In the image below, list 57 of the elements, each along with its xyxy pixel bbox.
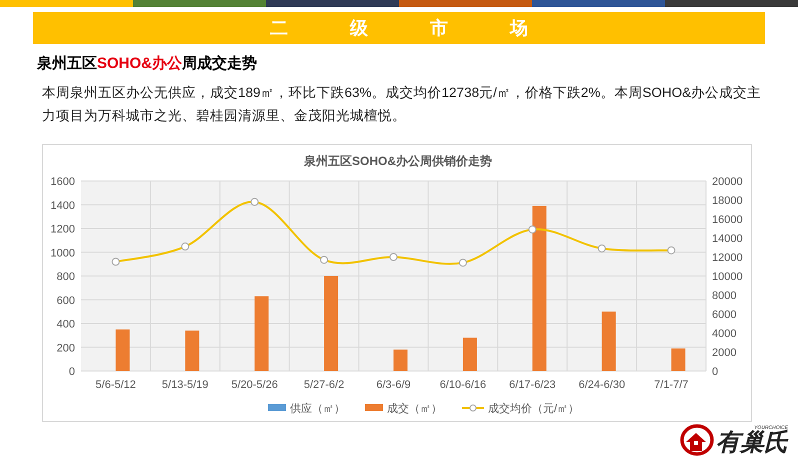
axis-label: 6/10-6/16	[440, 378, 486, 390]
axis-label: 200	[56, 342, 75, 354]
data-point	[320, 255, 328, 264]
axis-label: 20000	[712, 176, 743, 188]
axis-label: 600	[56, 294, 75, 306]
data-point	[667, 246, 676, 254]
banner-title-character: 市	[430, 16, 448, 40]
data-point	[112, 257, 120, 266]
axis-label: 4000	[712, 328, 736, 340]
axis-label: 0	[712, 366, 718, 378]
house-logo-icon	[678, 424, 714, 456]
banner-title-character: 场	[510, 16, 528, 40]
axis-label: 400	[56, 318, 75, 330]
axis-label: 1600	[50, 176, 75, 188]
data-point	[181, 242, 190, 250]
axis-label: 5/27-6/2	[304, 378, 344, 390]
axis-label: 10000	[712, 270, 743, 282]
axis-label: 0	[68, 366, 75, 378]
bar	[394, 349, 408, 370]
axis-label: 5/13-5/19	[162, 378, 208, 390]
legend-swatch	[365, 404, 383, 410]
axis-label: 800	[56, 270, 75, 282]
bar	[602, 311, 616, 370]
axis-label: 14000	[712, 232, 743, 244]
axis-label: 6/3-6/9	[376, 378, 411, 390]
axis-label: 1000	[50, 246, 75, 259]
bar	[462, 337, 477, 370]
banner-title-character: 二	[270, 16, 288, 40]
legend-swatch	[268, 404, 286, 410]
bar	[116, 328, 130, 370]
summary-paragraph: 本周泉州五区办公无供应，成交189㎡，环比下跌63%。成交均价12738元/㎡，价格下跌2%。本周SOHO&办公成交主力项目为万科城市之光、碧桂园清源里、金茂阳光城檀悦。	[42, 84, 762, 124]
axis-label: 6/17-6/23	[509, 378, 556, 390]
data-point	[598, 244, 606, 252]
axis-label: 1400	[50, 199, 75, 212]
data-point	[528, 224, 536, 233]
legend-line-icon	[462, 404, 484, 411]
axis-label: 7/1-7/7	[654, 378, 688, 390]
section-heading: 泉州五区SOHO&办公周成交走势	[37, 54, 258, 74]
legend-label: 成交均价（元/㎡）	[488, 402, 580, 414]
axis-label: 12000	[712, 252, 743, 264]
banner-title-character: 级	[350, 16, 368, 40]
axis-label: 5/20-5/26	[231, 378, 278, 390]
legend-label: 供应（㎡）	[290, 402, 345, 414]
logo-wordmark: 有巢氏	[716, 430, 788, 454]
axis-label: 5/6-5/12	[96, 378, 136, 390]
axis-label: 1200	[50, 223, 75, 235]
data-point	[250, 197, 259, 206]
axis-label: 2000	[712, 346, 736, 358]
axis-label: 16000	[712, 214, 743, 226]
axis-label: 6000	[712, 308, 736, 320]
axis-label: 6/24-6/30	[578, 378, 626, 390]
axis-label: 18000	[712, 194, 743, 206]
data-point	[458, 258, 467, 266]
chart-title: 泉州五区SOHO&办公周供销价走势	[304, 154, 492, 168]
axis-label: 8000	[712, 290, 736, 302]
legend-label: 成交（㎡）	[387, 402, 442, 414]
bar	[185, 330, 200, 370]
